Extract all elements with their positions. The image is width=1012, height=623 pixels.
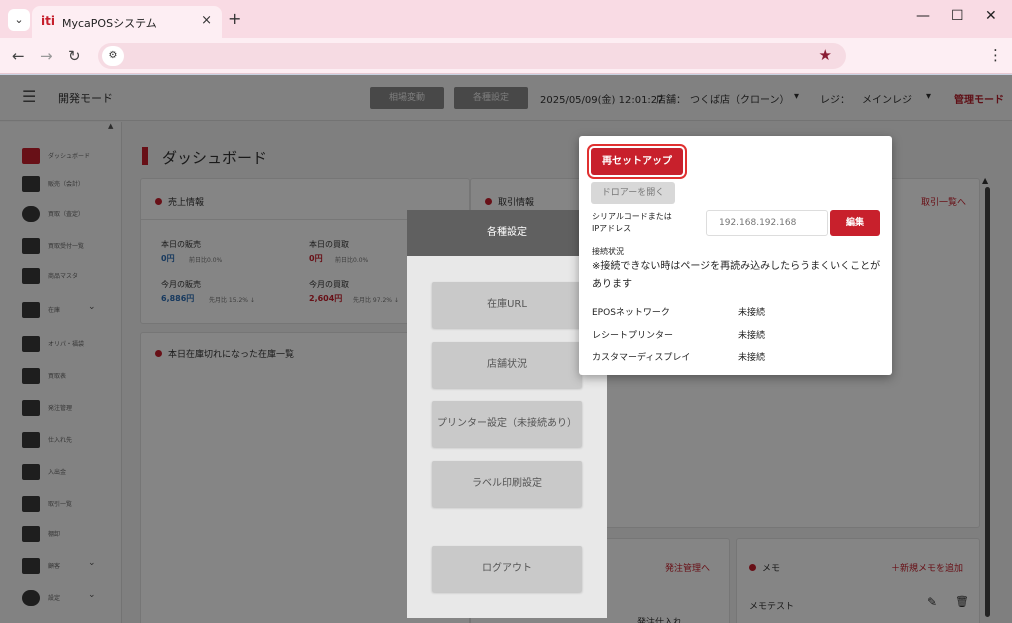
app-favicon-icon: iti bbox=[41, 14, 55, 28]
serial-label-line2: IPアドレス bbox=[592, 224, 632, 233]
ip-address-input[interactable] bbox=[706, 210, 828, 236]
open-drawer-button[interactable]: ドロアーを開く bbox=[591, 182, 675, 204]
settings-panel-title: 各種設定 bbox=[407, 210, 607, 256]
bookmark-star-icon[interactable]: ★ bbox=[819, 46, 832, 64]
browser-address-bar: ← → ↻ ⚙ ★ ⋮ bbox=[0, 38, 1012, 74]
new-tab-icon[interactable]: + bbox=[228, 9, 241, 28]
logout-button[interactable]: ログアウト bbox=[432, 546, 582, 592]
reload-icon[interactable]: ↻ bbox=[68, 47, 81, 65]
device-name-customer-display: カスタマーディスプレイ bbox=[592, 353, 691, 363]
reload-note: ※接続できない時はページを再読み込みしたらうまくいくことがあります bbox=[592, 261, 881, 290]
store-status-button[interactable]: 店舗状況 bbox=[432, 342, 582, 388]
browser-tab[interactable]: iti MycaPOSシステム × bbox=[32, 6, 222, 38]
connection-status-label: 接続状況 bbox=[592, 247, 624, 256]
printer-setup-modal: 再セットアップ ドロアーを開く シリアルコードまたは IPアドレス 編集 接続状… bbox=[579, 136, 892, 375]
browser-tab-bar: ⌄ iti MycaPOSシステム × + — ☐ ✕ bbox=[0, 0, 1012, 38]
device-name-receipt-printer: レシートプリンター bbox=[592, 331, 674, 341]
tab-title: MycaPOSシステム bbox=[62, 17, 157, 30]
site-info-icon[interactable]: ⚙ bbox=[102, 46, 124, 66]
stock-url-button[interactable]: 在庫URL bbox=[432, 282, 582, 328]
device-status-customer-display: 未接続 bbox=[738, 353, 766, 363]
settings-panel: 各種設定 在庫URL 店舗状況 プリンター設定（未接続あり） ラベル印刷設定 ロ… bbox=[407, 210, 607, 618]
app-root: ☰ 開発モード 相場変動 各種設定 2025/05/09(金) 12:01:27… bbox=[0, 75, 1012, 623]
device-name-epos: EPOSネットワーク bbox=[592, 308, 670, 318]
url-bar[interactable]: ⚙ ★ bbox=[98, 43, 846, 69]
tab-search-icon[interactable]: ⌄ bbox=[8, 9, 30, 31]
minimize-icon[interactable]: — bbox=[916, 8, 930, 24]
back-icon[interactable]: ← bbox=[12, 47, 25, 65]
maximize-icon[interactable]: ☐ bbox=[951, 8, 964, 24]
printer-settings-button[interactable]: プリンター設定（未接続あり） bbox=[432, 401, 582, 447]
resetup-button[interactable]: 再セットアップ bbox=[587, 144, 687, 179]
browser-menu-icon[interactable]: ⋮ bbox=[988, 46, 1003, 64]
label-print-settings-button[interactable]: ラベル印刷設定 bbox=[432, 461, 582, 507]
forward-icon[interactable]: → bbox=[40, 47, 53, 65]
edit-button[interactable]: 編集 bbox=[830, 210, 880, 236]
close-window-icon[interactable]: ✕ bbox=[985, 8, 997, 24]
serial-label-line1: シリアルコードまたは bbox=[592, 212, 672, 221]
device-status-epos: 未接続 bbox=[738, 308, 766, 318]
tab-close-icon[interactable]: × bbox=[201, 13, 212, 28]
device-status-receipt-printer: 未接続 bbox=[738, 331, 766, 341]
